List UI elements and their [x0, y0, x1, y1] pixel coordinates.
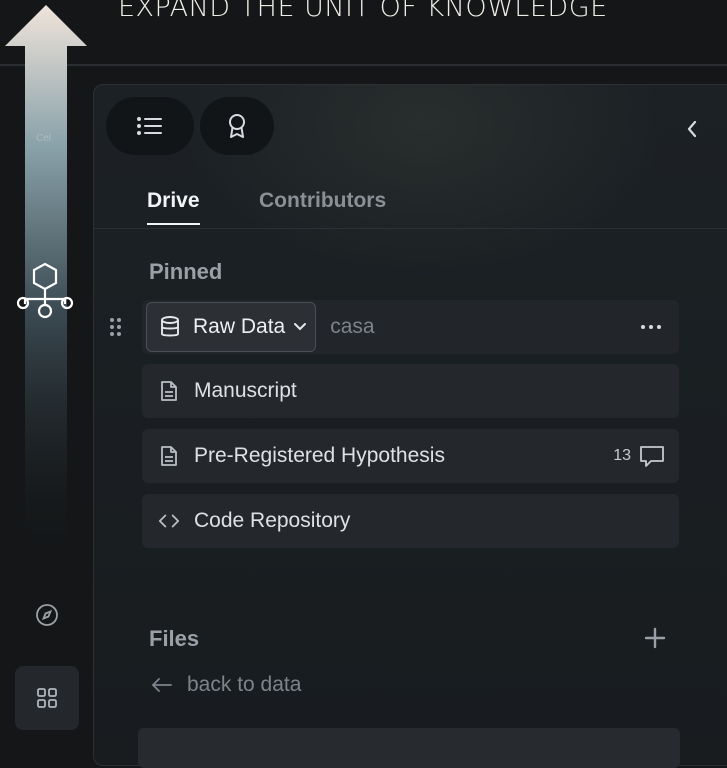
back-link-label: back to data [187, 673, 302, 696]
pinned-item-hypothesis[interactable]: Pre-Registered Hypothesis 13 [142, 429, 679, 483]
code-icon [158, 510, 180, 532]
file-row[interactable] [138, 728, 680, 768]
pinned-item-label: Manuscript [194, 379, 297, 402]
document-icon [158, 445, 180, 467]
list-icon [137, 117, 162, 135]
arrow-left-icon [152, 678, 172, 692]
pinned-heading: Pinned [149, 259, 223, 284]
network-nodes-icon[interactable] [15, 261, 75, 326]
database-icon [161, 316, 179, 337]
pinned-item-label: Pre-Registered Hypothesis [194, 444, 445, 467]
comments-button[interactable]: 13 [613, 444, 665, 468]
raw-data-value: casa [330, 315, 375, 338]
tab-bar: Drive Contributors [94, 185, 727, 229]
award-icon [229, 114, 245, 138]
tab-contributors[interactable]: Contributors [259, 189, 386, 213]
tab-drive[interactable]: Drive [147, 189, 200, 225]
header-divider [0, 64, 727, 66]
list-view-button[interactable] [106, 97, 194, 155]
raw-data-dropdown[interactable]: Raw Data [146, 302, 317, 352]
pinned-item-manuscript[interactable]: Manuscript [142, 364, 679, 418]
pinned-item-label: Code Repository [194, 509, 351, 532]
chevron-left-icon [687, 120, 697, 138]
award-button[interactable] [200, 97, 274, 155]
drag-handle-icon[interactable] [109, 317, 123, 342]
document-icon [158, 380, 180, 402]
comment-icon [640, 446, 664, 467]
banner-title: EXPAND THE UNIT OF KNOWLEDGE [118, 0, 608, 23]
add-file-icon[interactable] [644, 627, 666, 649]
collapse-panel-button[interactable] [682, 119, 702, 139]
grid-icon[interactable] [15, 666, 79, 730]
drive-panel: Drive Contributors Pinned Raw Data casa [93, 84, 727, 768]
back-to-data-link[interactable]: back to data [151, 673, 301, 697]
chevron-down-icon [294, 323, 307, 331]
more-options-icon[interactable] [639, 318, 663, 336]
pinned-item-code-repository[interactable]: Code Repository [142, 494, 679, 548]
pinned-item-raw-data[interactable]: Raw Data casa [142, 300, 679, 354]
comment-count: 13 [613, 447, 631, 464]
compass-icon[interactable] [32, 600, 62, 630]
files-heading: Files [149, 626, 200, 651]
rail-label: Cel [36, 133, 52, 144]
pinned-item-label: Raw Data [193, 315, 286, 338]
